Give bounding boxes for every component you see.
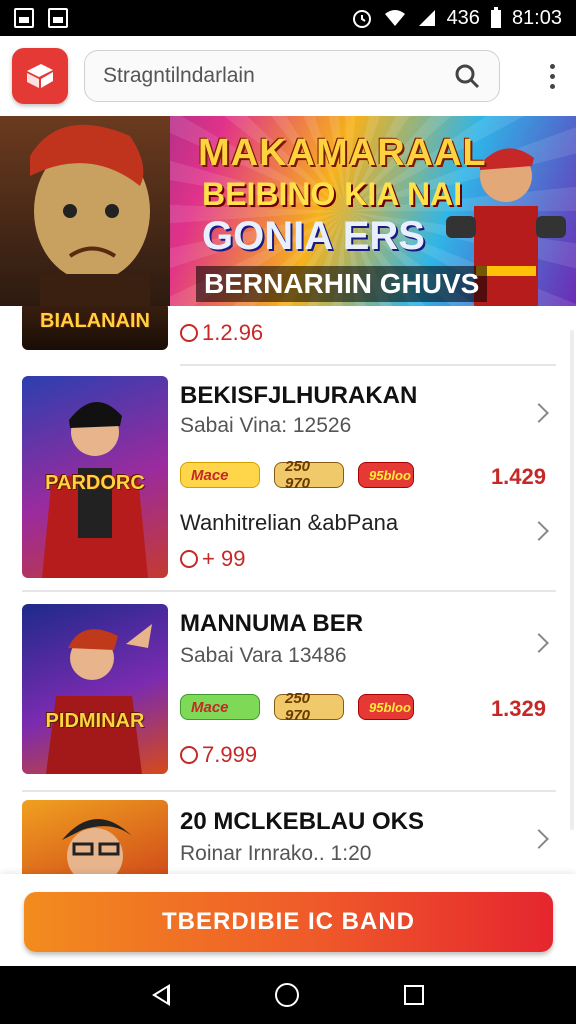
shopping-bag-icon	[27, 64, 53, 88]
image-notification-icon	[14, 8, 34, 28]
product-title: 20 MCLKEBLAU OKS	[180, 808, 425, 835]
list-item[interactable]: 20 MCLKEBLAU OKS Roinar Irnrako.. 1:20	[0, 800, 576, 874]
rating-ring-icon	[180, 324, 198, 342]
banner-title: MAKAMARAAL	[198, 132, 487, 174]
banner-line-2: BEIBINO KIA NAI	[202, 176, 463, 212]
banner-character-left	[0, 116, 170, 306]
chevron-right-icon[interactable]	[529, 403, 549, 423]
product-title: MANNUMA BER	[180, 610, 364, 637]
promo-badge: Mace	[180, 694, 260, 720]
promo-banner[interactable]: MAKAMARAAL BEIBINO KIA NAI GONIA ERS BER…	[0, 116, 576, 306]
banner-line-4: BERNARHIN GHUVS	[196, 266, 488, 302]
thumbnail-label: PIDMINAR	[45, 710, 145, 732]
list-item[interactable]: BIALANAIN 1.2.96	[0, 306, 576, 366]
system-nav-bar	[0, 966, 576, 1024]
status-time: 81:03	[511, 6, 562, 29]
product-list: BIALANAIN 1.2.96 PARDORC BEKISFJLHURAKAN…	[0, 306, 576, 874]
search-bar[interactable]: Stragntilndarlain	[84, 50, 500, 102]
thumbnail-label: BIALANAIN	[40, 310, 150, 332]
back-icon[interactable]	[152, 984, 171, 1006]
product-note: Wanhitrelian &abPana	[180, 510, 399, 535]
list-item[interactable]: PARDORC BEKISFJLHURAKAN Sabai Vina: 1252…	[0, 376, 576, 596]
chevron-right-icon[interactable]	[529, 633, 549, 653]
app-bar: Stragntilndarlain	[0, 36, 576, 116]
chevron-right-icon[interactable]	[529, 829, 549, 849]
badge-row: Mace 250 970 95bloo	[180, 458, 414, 492]
product-subtitle: Sabai Vara 13486	[180, 644, 347, 667]
chevron-right-icon[interactable]	[529, 521, 549, 541]
app-logo[interactable]	[12, 48, 68, 104]
primary-cta-button[interactable]: TBERDIBIE IC BAND	[24, 892, 553, 952]
rating: 7.999	[180, 742, 257, 768]
status-bar: 436 81:03	[0, 0, 576, 36]
promo-badge: 95bloo	[358, 462, 414, 488]
scrollbar[interactable]	[570, 330, 574, 830]
signal-icon	[418, 10, 435, 26]
product-price: 1.329	[490, 696, 546, 721]
product-thumbnail: BIALANAIN	[22, 306, 168, 350]
product-subtitle: Roinar Irnrako.. 1:20	[180, 842, 372, 865]
battery-icon	[490, 7, 501, 28]
product-title: BEKISFJLHURAKAN	[180, 382, 418, 409]
list-item[interactable]: PIDMINAR MANNUMA BER Sabai Vara 13486 Ma…	[0, 604, 576, 794]
product-thumbnail: PIDMINAR	[22, 604, 168, 774]
promo-badge: 95bloo	[358, 694, 414, 720]
search-icon[interactable]	[453, 62, 481, 90]
product-thumbnail: PARDORC	[22, 376, 168, 578]
promo-badge: 250 970	[274, 690, 344, 724]
banner-line-3: GONIA ERS	[202, 214, 425, 258]
promo-badge: Mace	[180, 462, 260, 488]
badge-row: Mace 250 970 95bloo	[180, 690, 414, 724]
alarm-icon	[352, 10, 371, 28]
wifi-icon	[384, 10, 405, 26]
gallery-notification-icon	[48, 8, 68, 28]
search-input[interactable]: Stragntilndarlain	[103, 64, 453, 88]
rating: + 99	[180, 546, 245, 572]
recent-apps-icon[interactable]	[403, 985, 424, 1005]
cta-container: TBERDIBIE IC BAND	[0, 874, 576, 966]
rating-ring-icon	[180, 746, 198, 764]
product-price: 1.429	[490, 464, 546, 489]
home-icon[interactable]	[274, 983, 299, 1007]
promo-badge: 250 970	[274, 458, 344, 492]
product-thumbnail	[22, 800, 168, 874]
rating-ring-icon	[180, 550, 198, 568]
battery-text: 436	[446, 6, 480, 29]
more-vert-icon[interactable]	[540, 63, 564, 89]
thumbnail-label: PARDORC	[45, 472, 145, 494]
rating: 1.2.96	[180, 320, 263, 346]
product-subtitle: Sabai Vina: 12526	[180, 414, 352, 437]
